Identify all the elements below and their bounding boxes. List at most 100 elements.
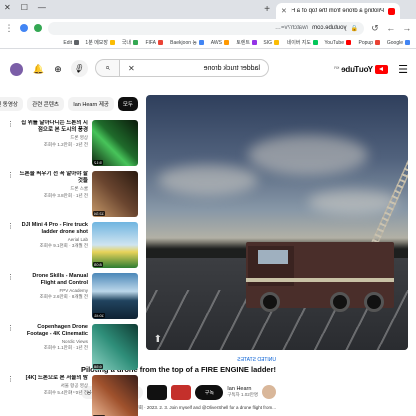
new-tab-icon[interactable]: + <box>264 4 270 15</box>
recommendation-item[interactable]: 15:20[4K] 드론으로 본 서울의 밤서울 항공 영상조회수 5.4만회 … <box>7 375 138 416</box>
recommendation-thumbnail[interactable]: 10:41 <box>92 273 138 319</box>
duration-badge: 6:58 <box>93 364 103 369</box>
recommendation-title: Copenhagen Drone Footage - 4K Cinematic <box>26 324 88 337</box>
recommendation-item[interactable]: 8:05 DJI Mini 4 Pro - Fire truck ladder d… <box>7 222 138 270</box>
recommendation-thumbnail[interactable]: 12:34 <box>92 171 138 217</box>
url-field[interactable]: 🔒 youtube.com /watch?v=… <box>48 21 364 35</box>
chip-label: 모두 <box>122 102 133 108</box>
create-icon[interactable]: ⊕ <box>54 64 62 75</box>
hamburger-menu-icon[interactable]: ☰ <box>392 63 408 76</box>
bookmark-label: 토렌트 <box>235 40 250 46</box>
duration-badge: 12:34 <box>93 211 106 216</box>
bookmark-label: Edit <box>62 39 72 46</box>
tab-youtube[interactable]: Piloting a drone from the top of a FIRE … <box>276 3 400 19</box>
header-actions: ⊕ 🔔 <box>10 63 62 76</box>
truck-wheel <box>260 292 280 312</box>
bookmark-favicon-icon <box>110 40 116 45</box>
bookmark-item[interactable]: FIFA <box>145 40 163 46</box>
subscribe-button[interactable]: 구독 <box>195 384 224 400</box>
recommendation-thumbnail[interactable]: 15:20 <box>92 375 138 416</box>
bookmark-item[interactable]: AWS <box>211 40 229 46</box>
profile-icon[interactable] <box>20 24 28 32</box>
youtube-logo[interactable]: YouTube KR <box>333 64 388 74</box>
recommendation-channel: 서울 항공 영상 <box>60 383 88 388</box>
bookmark-item[interactable]: Edit <box>63 40 79 46</box>
recommendation-meta: 드론을 띄우기 전 꼭 알아야 할 것들 드론 스쿨 조회수 3.8만회 · 1년 … <box>18 171 88 219</box>
duration-badge: 8:05 <box>93 262 103 267</box>
tab-title: Piloting a drone from the top of a FIRE … <box>291 8 384 14</box>
recommendation-item[interactable]: 5:12 집 위를 날아다니는 드론의 시점으로 본 도시의 풍경 드론 영상 조회수… <box>7 120 138 168</box>
recommendation-thumbnail[interactable]: 8:05 <box>92 222 138 268</box>
recommendation-meta: DJI Mini 4 Pro - Fire truck ladder drone… <box>18 222 88 270</box>
recommendation-views: 조회수 3.8만회 · 1년 전 <box>43 193 88 198</box>
bookmark-item[interactable]: Baekjoon 등 <box>170 39 204 46</box>
bookmark-label: 네이버 지도 <box>286 40 311 46</box>
recommendation-menu-icon[interactable]: ⋮ <box>7 120 14 168</box>
reload-icon[interactable]: ↻ <box>370 23 380 34</box>
url-domain: youtube.com <box>312 25 347 31</box>
account-avatar[interactable] <box>10 63 23 76</box>
clear-search-icon[interactable]: ✕ <box>128 64 135 73</box>
extension-icon[interactable] <box>34 24 42 32</box>
bookmark-item[interactable]: 네이버 지도 <box>286 39 318 46</box>
lock-icon: 🔒 <box>350 25 358 32</box>
filter-chip[interactable]: 관련 콘텐츠 <box>27 97 65 111</box>
youtube-header: ☰ YouTube KR ladder truck drone ✕ ⌕ 🎙 ⊕ … <box>0 54 416 84</box>
maximize-icon[interactable]: ☐ <box>21 3 28 12</box>
bookmark-item[interactable]: Google <box>387 40 410 46</box>
bookmark-item[interactable]: 토렌트 <box>236 39 257 46</box>
bookmark-item[interactable]: 1분 메모장 <box>86 39 116 46</box>
youtube-play-icon <box>375 64 388 74</box>
bookmark-item[interactable]: 국내 <box>122 39 139 46</box>
video-action-button[interactable] <box>147 384 168 400</box>
bookmark-item[interactable]: YouTube <box>325 40 352 46</box>
filter-chip[interactable]: 모두 <box>117 97 138 111</box>
bookmark-item[interactable]: Popup <box>358 40 380 46</box>
bookmark-item[interactable]: SIG <box>264 40 280 46</box>
recommendation-views: 조회수 1.1만회 · 1년 전 <box>43 345 88 350</box>
recommendation-menu-icon[interactable]: ⋮ <box>7 171 14 219</box>
filter-chip[interactable]: 최근에 업로드된 동영상 <box>0 97 24 111</box>
search-input[interactable]: ladder truck drone ✕ <box>119 59 269 77</box>
logo-text: YouTube <box>341 64 373 74</box>
recommendation-thumbnail[interactable]: 6:58 <box>92 324 138 370</box>
back-icon[interactable]: ← <box>402 23 412 33</box>
recommendation-thumbnail[interactable]: 5:12 <box>92 120 138 166</box>
bookmark-favicon-icon <box>346 40 352 45</box>
recommendation-channel: 드론 영상 <box>70 135 88 140</box>
subscriber-count: 구독자 1.02만명 <box>227 392 258 397</box>
recommendation-menu-icon[interactable]: ⋮ <box>7 222 14 270</box>
notifications-icon[interactable]: 🔔 <box>33 64 44 75</box>
truck-wheel <box>330 292 350 312</box>
search-button[interactable]: ⌕ <box>95 59 119 77</box>
logo-country: KR <box>333 64 340 70</box>
recommendation-views: 조회수 9.1천회 · 3개월 전 <box>39 243 88 248</box>
minimize-icon[interactable]: — <box>38 3 46 12</box>
recommendation-item[interactable]: 10:41 Drone Skills - Manual Flight and Co… <box>7 273 138 321</box>
subscribe-label: 구독 <box>204 389 214 396</box>
recommendation-meta: Copenhagen Drone Footage - 4K Cinematic N… <box>18 324 88 372</box>
close-window-icon[interactable]: ✕ <box>4 3 11 12</box>
close-tab-icon[interactable]: ✕ <box>281 7 287 15</box>
tab-strip: Piloting a drone from the top of a FIRE … <box>0 0 416 19</box>
join-button[interactable] <box>171 384 192 400</box>
bookmark-label: AWS <box>210 39 222 46</box>
chip-label: 관련 콘텐츠 <box>32 102 60 108</box>
recommendation-item[interactable]: 12:34 드론을 띄우기 전 꼭 알아야 할 것들 드론 스쿨 조회수 3.8만회 … <box>7 171 138 219</box>
browser-menu-icon[interactable]: ⋮ <box>4 23 14 34</box>
channel-avatar[interactable] <box>262 385 276 399</box>
recommendation-menu-icon[interactable]: ⋮ <box>7 273 14 321</box>
bookmark-label: 1분 메모장 <box>85 40 109 46</box>
video-player[interactable]: ⬆ <box>146 95 408 350</box>
search-query: ladder truck drone <box>203 64 260 72</box>
filter-chip[interactable]: Ian Hearn 제공 <box>68 97 114 111</box>
bookmark-favicon-icon <box>274 40 280 45</box>
recommendation-item[interactable]: 6:58 Copenhagen Drone Footage - 4K Cinema… <box>7 324 138 372</box>
video-hashtag[interactable]: UNITED STATES <box>237 357 276 363</box>
forward-icon[interactable]: → <box>386 23 396 33</box>
search-bar: ladder truck drone ✕ ⌕ 🎙 <box>71 59 269 77</box>
recommendation-menu-icon[interactable]: ⋮ <box>7 324 14 372</box>
recommendation-menu-icon[interactable]: ⋮ <box>7 375 14 416</box>
voice-search-button[interactable]: 🎙 <box>71 59 88 77</box>
truck-stripe <box>246 278 394 282</box>
